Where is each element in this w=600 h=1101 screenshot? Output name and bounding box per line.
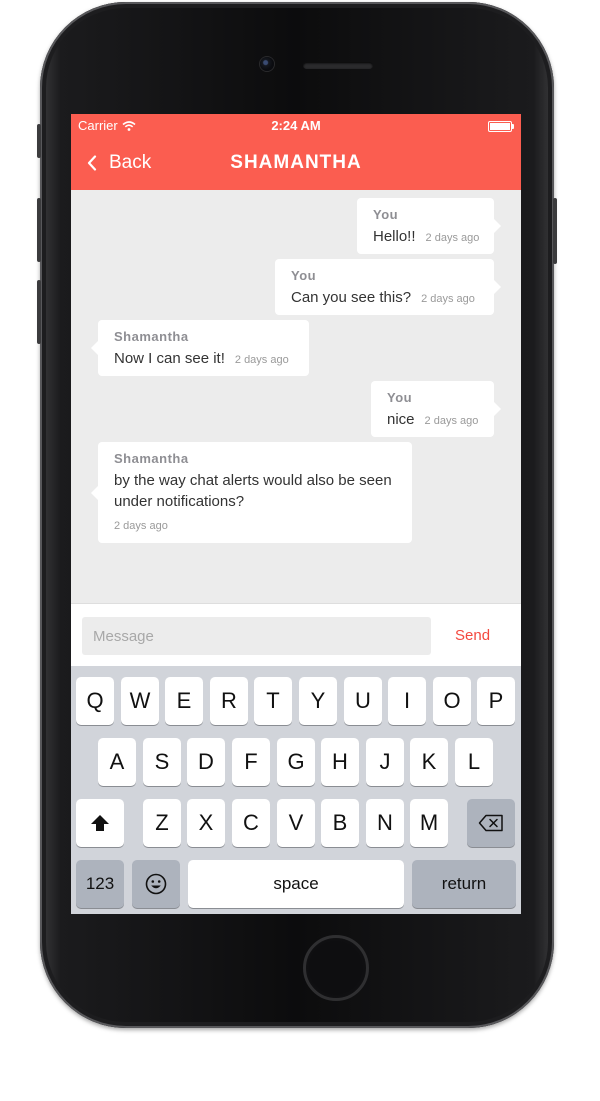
key-m[interactable]: M bbox=[410, 799, 448, 847]
mute-switch bbox=[37, 124, 41, 158]
message-sender: You bbox=[373, 207, 399, 222]
earpiece-speaker bbox=[303, 62, 373, 69]
send-button[interactable]: Send bbox=[455, 627, 490, 644]
chat-thread[interactable]: You Hello!! 2 days ago You Can you see th… bbox=[71, 190, 521, 603]
message-input[interactable] bbox=[82, 617, 431, 655]
keyboard: Q W E R T Y U I O P A S D F G H J K L Z … bbox=[71, 666, 521, 914]
key-s[interactable]: S bbox=[143, 738, 181, 786]
key-h[interactable]: H bbox=[321, 738, 359, 786]
message-sender: Shamantha bbox=[114, 451, 189, 466]
message-bubble: You Can you see this? 2 days ago bbox=[275, 259, 501, 315]
message-text: Now I can see it! bbox=[114, 350, 225, 367]
key-k[interactable]: K bbox=[410, 738, 448, 786]
message-bubble: Shamantha by the way chat alerts would a… bbox=[91, 442, 412, 543]
message-sender: You bbox=[291, 268, 317, 283]
key-t[interactable]: T bbox=[254, 677, 292, 725]
key-l[interactable]: L bbox=[455, 738, 493, 786]
key-e[interactable]: E bbox=[165, 677, 203, 725]
key-z[interactable]: Z bbox=[143, 799, 181, 847]
status-bar: Carrier 2:24 AM bbox=[71, 114, 521, 138]
message-sender: You bbox=[387, 390, 413, 405]
home-button[interactable] bbox=[303, 935, 369, 1001]
message-text: by the way chat alerts would also be see… bbox=[114, 472, 392, 510]
key-w[interactable]: W bbox=[121, 677, 159, 725]
message-sender: Shamantha bbox=[114, 329, 189, 344]
message-composer: Send bbox=[71, 603, 521, 666]
phone-screen: Carrier 2:24 AM Back SHAMANTHA You Hello… bbox=[71, 114, 521, 914]
key-v[interactable]: V bbox=[277, 799, 315, 847]
key-o[interactable]: O bbox=[433, 677, 471, 725]
message-text: Can you see this? bbox=[291, 289, 412, 306]
front-camera bbox=[260, 57, 274, 71]
conversation-title: SHAMANTHA bbox=[230, 152, 362, 173]
space-key[interactable]: space bbox=[188, 860, 404, 908]
key-n[interactable]: N bbox=[366, 799, 404, 847]
message-bubble: You nice 2 days ago bbox=[371, 381, 501, 437]
key-q[interactable]: Q bbox=[76, 677, 114, 725]
key-d[interactable]: D bbox=[187, 738, 225, 786]
shift-key[interactable] bbox=[76, 799, 124, 847]
key-p[interactable]: P bbox=[477, 677, 515, 725]
smiley-face-icon bbox=[145, 873, 167, 895]
message-timestamp: 2 days ago bbox=[421, 293, 475, 305]
message-text: Hello!! bbox=[373, 228, 416, 245]
message-timestamp: 2 days ago bbox=[424, 415, 479, 427]
app-header: Carrier 2:24 AM Back SHAMANTHA bbox=[71, 114, 521, 190]
key-j[interactable]: J bbox=[366, 738, 404, 786]
key-f[interactable]: F bbox=[232, 738, 270, 786]
message-text: nice bbox=[387, 411, 415, 428]
volume-down-button bbox=[37, 280, 41, 344]
battery-icon bbox=[488, 121, 514, 132]
key-a[interactable]: A bbox=[98, 738, 136, 786]
key-y[interactable]: Y bbox=[299, 677, 337, 725]
status-time: 2:24 AM bbox=[271, 118, 321, 133]
message-bubble: You Hello!! 2 days ago bbox=[357, 198, 501, 254]
key-c[interactable]: C bbox=[232, 799, 270, 847]
backspace-icon bbox=[478, 814, 503, 832]
return-key[interactable]: return bbox=[412, 860, 516, 908]
emoji-key[interactable] bbox=[132, 860, 180, 908]
key-g[interactable]: G bbox=[277, 738, 315, 786]
key-r[interactable]: R bbox=[210, 677, 248, 725]
message-timestamp: 2 days ago bbox=[234, 354, 289, 366]
shift-icon bbox=[91, 815, 109, 831]
key-x[interactable]: X bbox=[187, 799, 225, 847]
numbers-key[interactable]: 123 bbox=[76, 860, 124, 908]
delete-key[interactable] bbox=[467, 799, 515, 847]
power-button bbox=[553, 198, 557, 264]
key-i[interactable]: I bbox=[388, 677, 426, 725]
message-timestamp: 2 days ago bbox=[114, 520, 168, 532]
message-bubble: Shamantha Now I can see it! 2 days ago bbox=[91, 320, 309, 376]
key-b[interactable]: B bbox=[321, 799, 359, 847]
key-u[interactable]: U bbox=[344, 677, 382, 725]
message-timestamp: 2 days ago bbox=[425, 232, 480, 244]
volume-up-button bbox=[37, 198, 41, 262]
